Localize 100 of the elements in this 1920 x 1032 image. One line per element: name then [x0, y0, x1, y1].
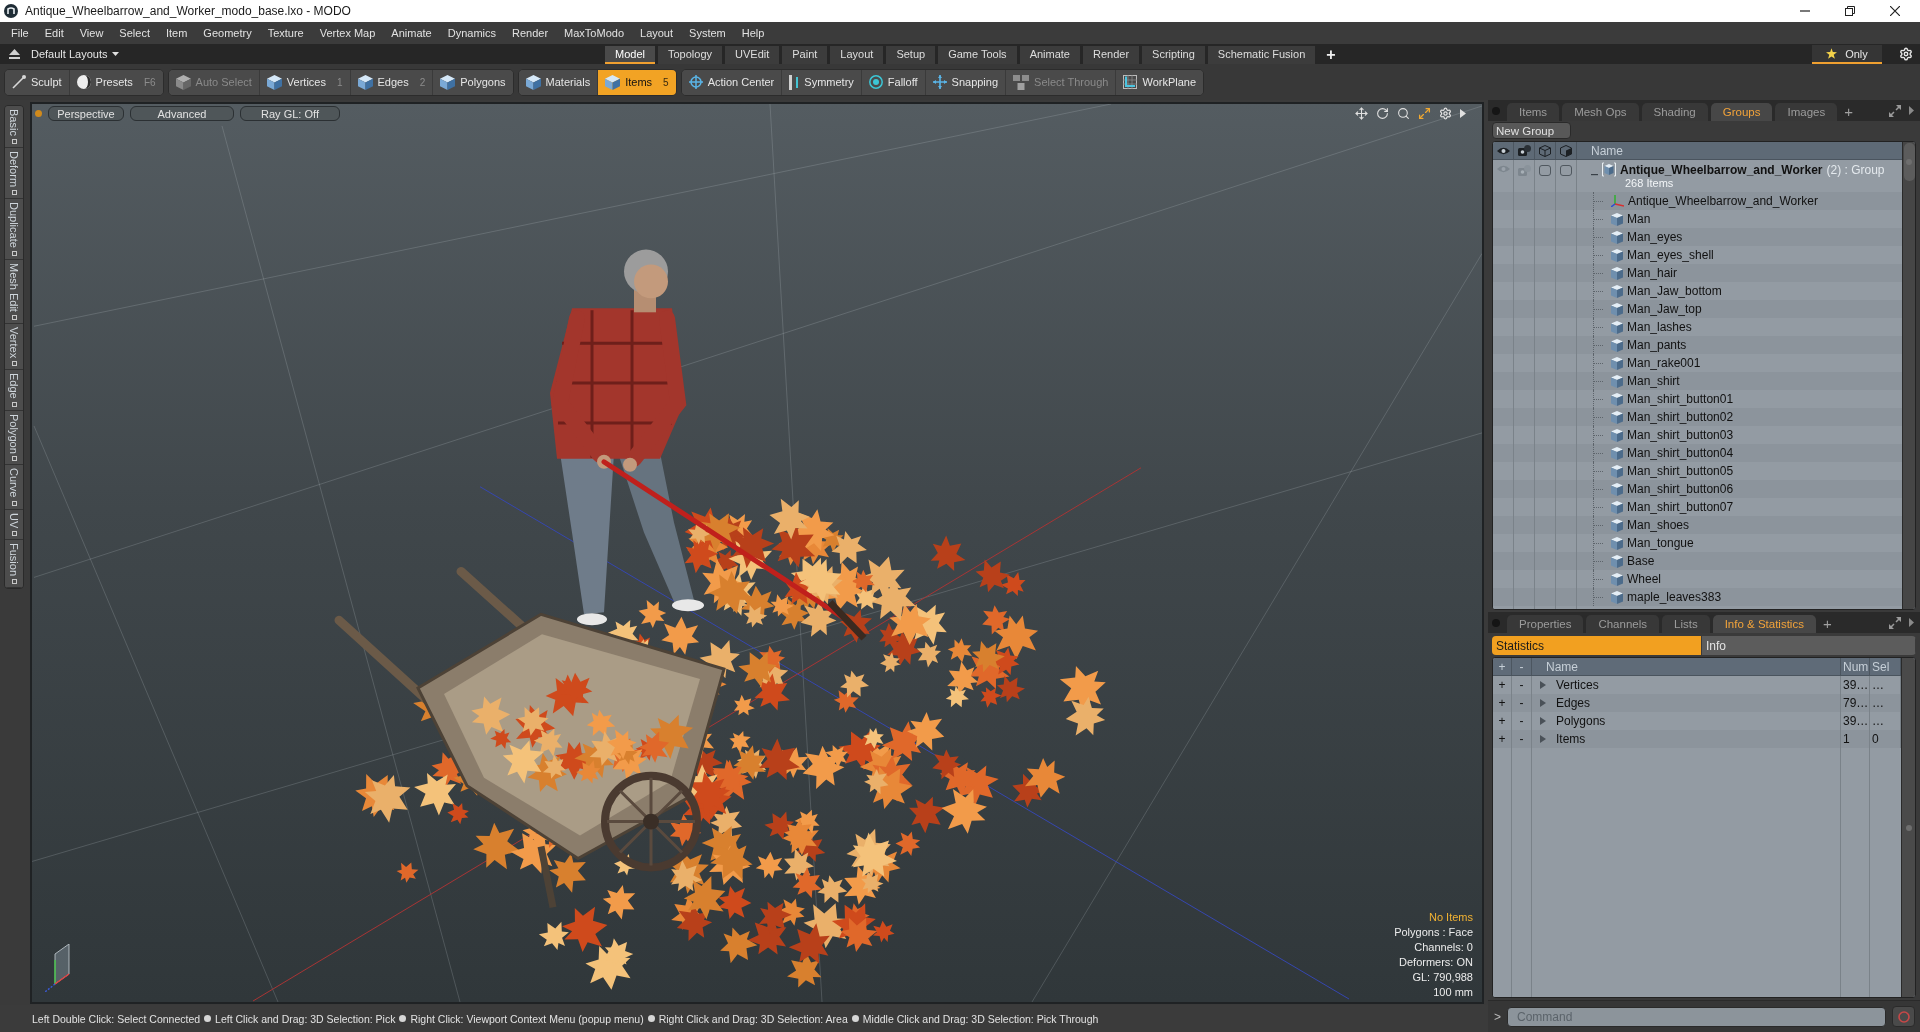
layout-tab[interactable]: Layout	[830, 46, 884, 64]
column-header[interactable]: +	[1493, 658, 1512, 675]
search-icon[interactable]	[1397, 107, 1410, 120]
menu-item[interactable]: Geometry	[195, 27, 260, 39]
tool-tab[interactable]: Vertex	[5, 323, 23, 370]
menu-item[interactable]: Help	[733, 27, 773, 39]
layout-tab[interactable]: Game Tools	[938, 46, 1017, 64]
item-name[interactable]: Base	[1627, 554, 1655, 568]
layout-tab[interactable]: Setup	[886, 46, 936, 64]
column-header[interactable]: Name	[1546, 659, 1578, 674]
menu-item[interactable]: MaxToModo	[556, 27, 632, 39]
only-toggle-button[interactable]: Only	[1812, 45, 1882, 64]
menu-item[interactable]: Animate	[383, 27, 440, 39]
tool-tab[interactable]: Curve	[5, 465, 23, 510]
item-name[interactable]: Man_tongue	[1627, 536, 1694, 550]
menu-item[interactable]: Edit	[36, 27, 72, 39]
tool-tab[interactable]: Duplicate	[5, 198, 23, 260]
subtab[interactable]: Info	[1702, 636, 1916, 655]
item-name[interactable]: Man_rake001	[1627, 356, 1701, 370]
expand-arrow-icon[interactable]	[1540, 717, 1546, 725]
item-name[interactable]: maple_leaves383	[1627, 590, 1722, 604]
menu-item[interactable]: System	[681, 27, 734, 39]
item-name[interactable]: Man_Jaw_bottom	[1627, 284, 1722, 298]
view-option-button[interactable]: Perspective	[48, 106, 124, 121]
checkbox[interactable]	[1560, 165, 1572, 176]
cube-outline-icon[interactable]	[1539, 144, 1551, 157]
tool-button[interactable]: Action Center	[681, 69, 783, 95]
triangle-arrow-icon[interactable]	[1909, 106, 1914, 115]
expand-arrows-icon[interactable]	[1889, 616, 1901, 629]
layout-tab[interactable]: Animate	[1019, 46, 1080, 64]
item-name[interactable]: Man	[1627, 212, 1651, 226]
item-name[interactable]: Man_shirt_button04	[1627, 446, 1734, 460]
triangle-arrow-icon[interactable]	[1460, 109, 1466, 118]
layouts-menu[interactable]: Default Layouts	[29, 45, 122, 63]
view-option-button[interactable]: Advanced	[130, 106, 234, 121]
layout-tab[interactable]: UVEdit	[725, 46, 780, 64]
move-icon[interactable]	[1355, 107, 1368, 120]
menu-item[interactable]: Select	[111, 27, 158, 39]
layout-tab[interactable]: Paint	[782, 46, 828, 64]
tool-button[interactable]: Sculpt	[5, 69, 70, 95]
item-name[interactable]: Man_eyes_shell	[1627, 248, 1714, 262]
panel-tab[interactable]: Info & Statistics	[1712, 615, 1816, 633]
close-icon[interactable]	[1890, 6, 1900, 16]
menu-item[interactable]: Vertex Map	[311, 27, 384, 39]
tool-button[interactable]: Items 5	[598, 69, 676, 95]
tool-tab[interactable]: UV	[5, 509, 23, 541]
expand-arrow-icon[interactable]	[1540, 699, 1546, 707]
subtab[interactable]: Statistics	[1492, 636, 1702, 655]
panel-tab[interactable]: Groups	[1710, 103, 1773, 121]
menu-item[interactable]: Layout	[632, 27, 682, 39]
panel-tab[interactable]: Channels	[1586, 615, 1659, 633]
panel-tab[interactable]: Properties	[1507, 615, 1584, 633]
scrollbar[interactable]	[1901, 658, 1915, 997]
record-button[interactable]	[1892, 1006, 1915, 1027]
rotate-icon[interactable]	[1376, 107, 1389, 120]
panel-tab[interactable]: Images	[1775, 103, 1838, 121]
item-name[interactable]: Man_hair	[1627, 266, 1678, 280]
view-option-button[interactable]: Ray GL: Off	[240, 106, 340, 121]
tool-tab[interactable]: Mesh Edit	[5, 259, 23, 324]
column-header[interactable]: Name	[1577, 143, 1623, 158]
tool-tab[interactable]: Edge	[5, 369, 23, 411]
panel-tab[interactable]: Lists	[1662, 615, 1710, 633]
eye-icon[interactable]	[1496, 146, 1510, 155]
item-name[interactable]: Man_shirt	[1627, 374, 1680, 388]
layout-tab[interactable]: Render	[1083, 46, 1140, 64]
scrollbar[interactable]	[1902, 142, 1915, 609]
expand-arrow-icon[interactable]	[1540, 735, 1546, 743]
add-tab-button[interactable]: +	[1318, 46, 1344, 64]
layout-tab[interactable]: Scripting	[1142, 46, 1205, 64]
menu-item[interactable]: Item	[157, 27, 196, 39]
menu-item[interactable]: Dynamics	[439, 27, 504, 39]
item-name[interactable]: Man_lashes	[1627, 320, 1692, 334]
new-group-button[interactable]: New Group	[1492, 122, 1571, 139]
checkbox[interactable]	[1539, 165, 1551, 176]
column-header[interactable]: Num	[1841, 658, 1870, 675]
item-name[interactable]: Antique_Wheelbarrow_and_Worker	[1628, 194, 1818, 208]
layout-tab[interactable]: Schematic Fusion	[1207, 46, 1316, 64]
item-name[interactable]: Man_eyes	[1627, 230, 1683, 244]
item-name[interactable]: Man_shirt_button06	[1627, 482, 1734, 496]
tool-tab[interactable]: Polygon	[5, 410, 23, 466]
layout-tab[interactable]: Topology	[657, 46, 722, 64]
eject-icon[interactable]	[9, 49, 20, 59]
settings-icon[interactable]	[1899, 47, 1913, 61]
maximize-icon[interactable]	[1418, 107, 1431, 120]
item-name[interactable]: Wheel	[1627, 572, 1661, 586]
menu-item[interactable]: View	[71, 27, 112, 39]
add-tab-button[interactable]: +	[1818, 615, 1836, 633]
camera-icon[interactable]	[1517, 145, 1531, 156]
item-name[interactable]: Man_shirt_button02	[1627, 410, 1734, 424]
expand-arrow-icon[interactable]	[1540, 681, 1546, 689]
add-tab-button[interactable]: +	[1840, 103, 1857, 121]
item-name[interactable]: Man_Jaw_top	[1627, 302, 1702, 316]
menu-item[interactable]: Texture	[259, 27, 312, 39]
tool-tab[interactable]: Deform	[5, 147, 23, 199]
cube-icon[interactable]	[1560, 144, 1572, 157]
triangle-arrow-icon[interactable]	[1909, 618, 1914, 627]
expand-arrows-icon[interactable]	[1889, 104, 1901, 117]
layout-tab[interactable]: Model	[605, 46, 655, 64]
menu-item[interactable]: File	[3, 27, 37, 39]
group-name[interactable]: Antique_Wheelbarrow_and_Worker	[1620, 162, 1823, 177]
